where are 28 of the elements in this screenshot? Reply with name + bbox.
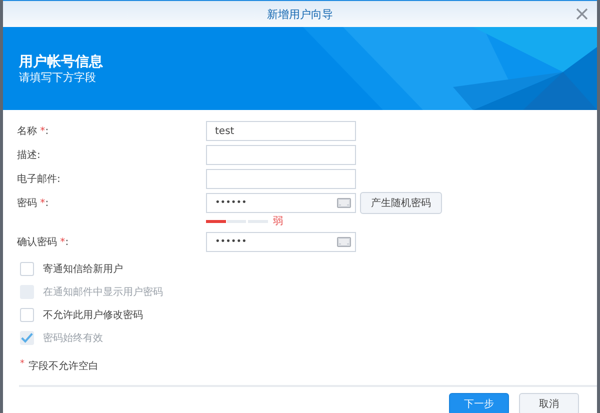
field-label: 描述: (17, 148, 42, 162)
checkbox-label: 密码始终有效 (43, 332, 103, 345)
checkbox-label: 寄通知信给新用户 (43, 262, 123, 276)
keyboard-icon (337, 198, 351, 208)
checkbox[interactable] (20, 262, 34, 276)
section-title: 用户帐号信息 (19, 54, 103, 71)
strength-meter (206, 220, 268, 222)
window-title: 新增用户向导 (267, 6, 333, 22)
checkbox-label: 在通知邮件中显示用户密码 (43, 286, 163, 299)
checkbox[interactable] (20, 308, 34, 322)
input-field[interactable] (206, 145, 356, 165)
required-mark: * (20, 359, 24, 369)
cancel-button[interactable]: 取消 (519, 393, 579, 413)
password-field[interactable]: •••••• (206, 193, 356, 213)
section-subtitle: 请填写下方字段 (19, 71, 97, 85)
field-label: 确认密码 *: (17, 236, 70, 249)
input-field[interactable] (206, 169, 356, 189)
keyboard-icon (337, 237, 351, 247)
generate-password-button[interactable]: 产生随机密码 (360, 192, 442, 214)
close-button[interactable] (575, 7, 589, 21)
checkbox-label: 不允许此用户修改密码 (43, 308, 143, 322)
field-label: 名称 *: (17, 125, 50, 138)
password-field[interactable]: •••••• (206, 232, 356, 252)
input-field[interactable]: test (206, 121, 356, 141)
field-label: 电子邮件: (17, 172, 62, 186)
field-label: 密码 *: (17, 196, 50, 210)
required-note: 字段不允许空白 (28, 360, 98, 373)
strength-label: 弱 (273, 215, 283, 228)
